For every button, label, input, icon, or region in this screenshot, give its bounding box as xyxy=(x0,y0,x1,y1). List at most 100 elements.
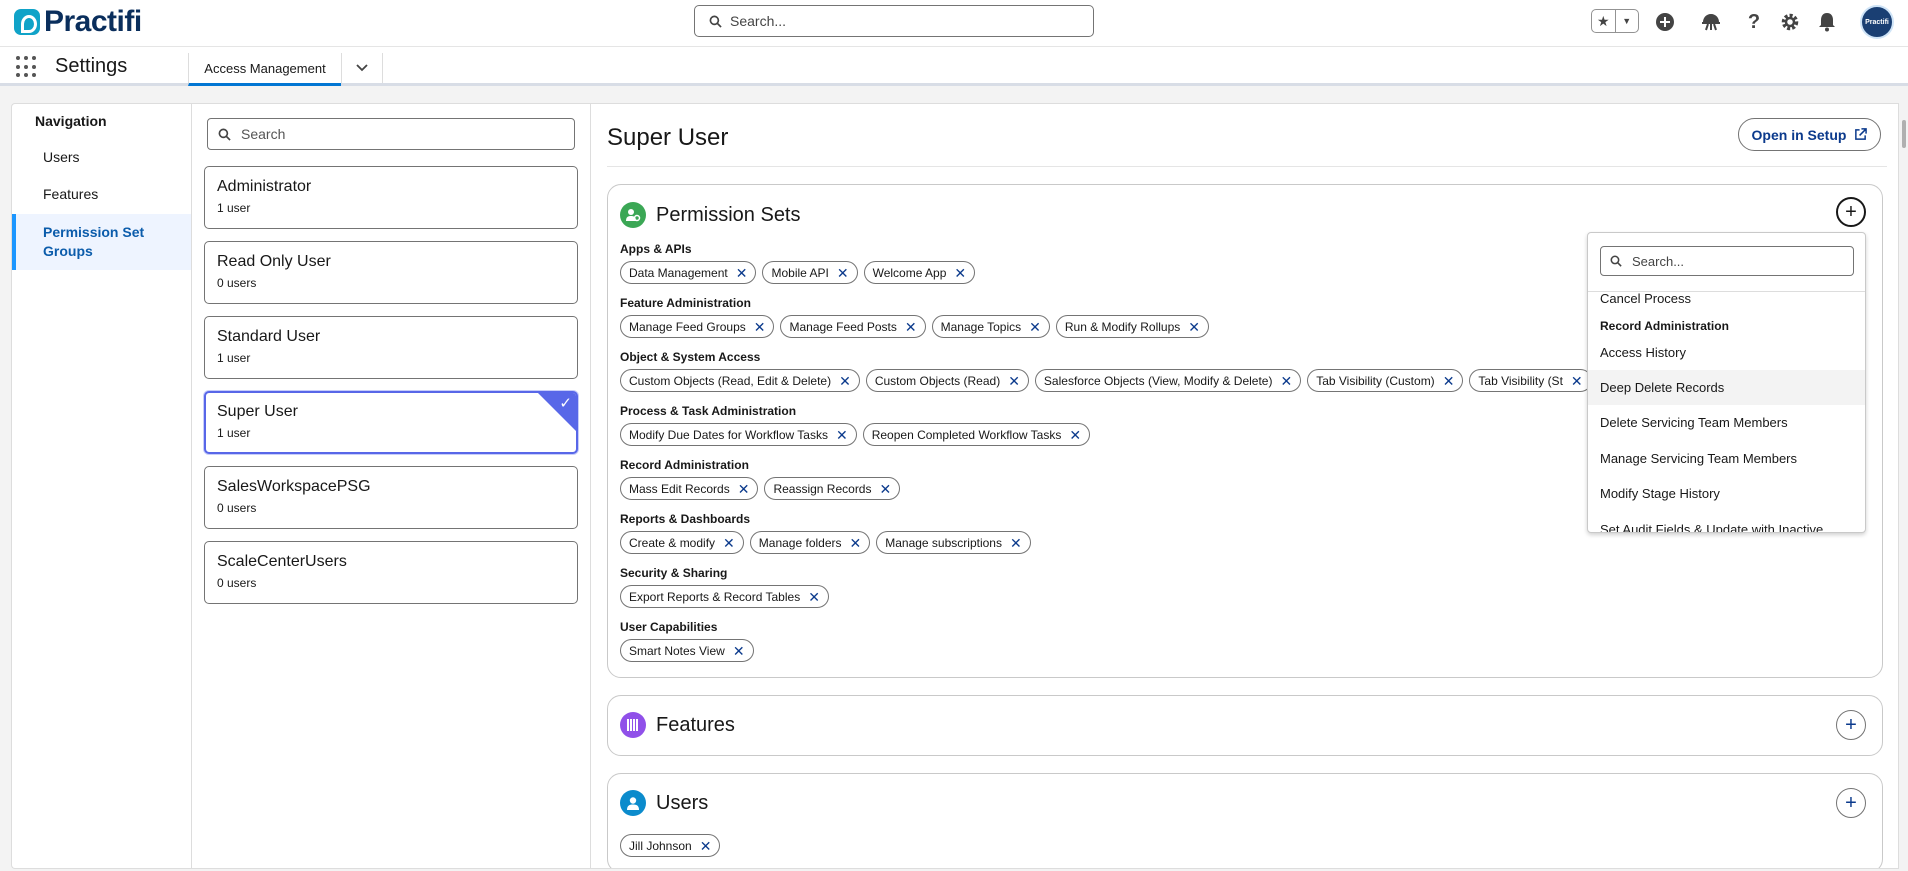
remove-icon[interactable]: ✕ xyxy=(1188,320,1200,334)
title-divider xyxy=(607,166,1887,167)
remove-icon[interactable]: ✕ xyxy=(754,320,766,334)
remove-icon[interactable]: ✕ xyxy=(1008,374,1020,388)
practifi-logo[interactable]: Practifi xyxy=(14,5,142,38)
group-card-salesworkspacepsg[interactable]: SalesWorkspacePSG 0 users xyxy=(204,466,578,529)
search-icon xyxy=(218,128,231,141)
picker-option[interactable]: Cancel Process xyxy=(1588,292,1865,316)
users-panel: Users + Jill Johnson ✕ xyxy=(607,773,1883,868)
group-card-scalecenterusers[interactable]: ScaleCenterUsers 0 users xyxy=(204,541,578,604)
permission-set-icon xyxy=(620,202,646,228)
remove-icon[interactable]: ✕ xyxy=(839,374,851,388)
permission-pill: Run & Modify Rollups ✕ xyxy=(1055,315,1209,338)
app-launcher-icon[interactable] xyxy=(16,56,38,78)
permission-pill: Reopen Completed Workflow Tasks ✕ xyxy=(862,423,1091,446)
group-card-super-user[interactable]: Super User 1 user ✓ xyxy=(204,391,578,454)
remove-icon[interactable]: ✕ xyxy=(808,590,820,604)
picker-option[interactable]: Delete Servicing Team Members xyxy=(1588,405,1865,440)
remove-icon[interactable]: ✕ xyxy=(736,266,748,280)
global-search[interactable] xyxy=(694,5,1094,37)
help-icon[interactable]: ? xyxy=(1742,10,1766,34)
add-user-button[interactable]: + xyxy=(1836,788,1866,818)
user-avatar[interactable]: Practifi xyxy=(1860,5,1894,39)
setup-gear-icon[interactable] xyxy=(1778,10,1802,34)
picker-search-input[interactable] xyxy=(1632,253,1832,269)
permission-pill: Salesforce Objects (View, Modify & Delet… xyxy=(1034,369,1302,392)
picker-option[interactable]: Access History xyxy=(1588,335,1865,370)
picker-option[interactable]: Set Audit Fields & Update with Inactive xyxy=(1588,512,1865,532)
group-card-administrator[interactable]: Administrator 1 user xyxy=(204,166,578,229)
nav-item-features[interactable]: Features xyxy=(12,186,191,202)
groups-search-input[interactable] xyxy=(241,126,561,142)
permission-pill: Reassign Records ✕ xyxy=(764,477,901,500)
page-scrollbar[interactable] xyxy=(1902,120,1906,148)
category-label: Apps & APIs xyxy=(620,242,692,256)
permission-set-picker: Cancel Process Record Administration Acc… xyxy=(1587,232,1866,533)
users-title: Users xyxy=(656,791,709,814)
remove-icon[interactable]: ✕ xyxy=(1069,428,1081,442)
category-label: Process & Task Administration xyxy=(620,404,797,418)
permission-pill: Export Reports & Record Tables ✕ xyxy=(620,585,829,608)
global-search-input[interactable] xyxy=(730,13,1070,29)
remove-icon[interactable]: ✕ xyxy=(1029,320,1041,334)
picker-option[interactable]: Manage Servicing Team Members xyxy=(1588,441,1865,476)
picker-search[interactable] xyxy=(1600,246,1854,276)
permission-pill: Create & modify ✕ xyxy=(620,531,744,554)
nav-item-permission-set-groups[interactable]: Permission Set Groups xyxy=(12,214,191,270)
groups-search[interactable] xyxy=(207,118,575,150)
remove-icon[interactable]: ✕ xyxy=(700,839,712,853)
permission-pill: Modify Due Dates for Workflow Tasks ✕ xyxy=(620,423,857,446)
permission-pill: Manage Topics ✕ xyxy=(931,315,1050,338)
permission-set-groups-list: Administrator 1 user Read Only User 0 us… xyxy=(191,103,591,869)
category-label: User Capabilities xyxy=(620,620,718,634)
checkmark-icon: ✓ xyxy=(559,395,572,412)
group-card-standard-user[interactable]: Standard User 1 user xyxy=(204,316,578,379)
picker-option[interactable]: Modify Stage History xyxy=(1588,476,1865,511)
app-name: Settings xyxy=(55,55,128,77)
remove-icon[interactable]: ✕ xyxy=(836,428,848,442)
add-permission-set-button[interactable]: + xyxy=(1836,197,1866,227)
category-label: Object & System Access xyxy=(620,350,761,364)
remove-icon[interactable]: ✕ xyxy=(905,320,917,334)
category-pills: Modify Due Dates for Workflow Tasks ✕ Reo… xyxy=(620,423,1091,446)
remove-icon[interactable]: ✕ xyxy=(1443,374,1455,388)
favorites-group: ★ ▼ xyxy=(1591,9,1639,33)
remove-icon[interactable]: ✕ xyxy=(850,536,862,550)
remove-icon[interactable]: ✕ xyxy=(738,482,750,496)
notifications-bell-icon[interactable] xyxy=(1815,10,1839,34)
global-header: Practifi ★ ▼ ? Practifi xyxy=(0,0,1908,47)
group-card-read-only-user[interactable]: Read Only User 0 users xyxy=(204,241,578,304)
category-pills: Data Management ✕ Mobile API ✕ Welcome App… xyxy=(620,261,976,284)
settings-navigation: Navigation Users Features Permission Set… xyxy=(11,103,191,869)
trailhead-icon[interactable] xyxy=(1699,10,1723,34)
open-in-setup-button[interactable]: Open in Setup xyxy=(1738,118,1881,151)
remove-icon[interactable]: ✕ xyxy=(879,482,891,496)
picker-option[interactable]: Deep Delete Records xyxy=(1588,370,1865,405)
category-pills: Mass Edit Records ✕ Reassign Records ✕ xyxy=(620,477,901,500)
permission-pill: Manage folders ✕ xyxy=(749,531,871,554)
picker-group-label: Record Administration xyxy=(1600,319,1729,333)
remove-icon[interactable]: ✕ xyxy=(1010,536,1022,550)
features-title: Features xyxy=(656,713,735,736)
category-pills: Smart Notes View ✕ xyxy=(620,639,754,662)
remove-icon[interactable]: ✕ xyxy=(1571,374,1583,388)
favorites-menu-chevron-icon[interactable]: ▼ xyxy=(1614,10,1639,32)
navigation-heading: Navigation xyxy=(35,113,107,129)
external-link-icon xyxy=(1855,128,1868,140)
permission-pill: Welcome App ✕ xyxy=(863,261,976,284)
remove-icon[interactable]: ✕ xyxy=(954,266,966,280)
favorites-star-icon[interactable]: ★ xyxy=(1592,10,1615,32)
remove-icon[interactable]: ✕ xyxy=(733,644,745,658)
permission-sets-title: Permission Sets xyxy=(656,203,801,226)
remove-icon[interactable]: ✕ xyxy=(837,266,849,280)
permission-pill: Mobile API ✕ xyxy=(762,261,858,284)
add-feature-button[interactable]: + xyxy=(1836,710,1866,740)
tab-access-management[interactable]: Access Management xyxy=(188,53,341,86)
features-icon xyxy=(620,712,646,738)
app-navigation-bar: Settings Access Management xyxy=(0,47,1908,86)
category-label: Reports & Dashboards xyxy=(620,512,751,526)
global-add-icon[interactable] xyxy=(1653,10,1677,34)
remove-icon[interactable]: ✕ xyxy=(1280,374,1292,388)
tab-menu-chevron-down-icon[interactable] xyxy=(341,53,383,83)
nav-item-users[interactable]: Users xyxy=(12,149,191,165)
remove-icon[interactable]: ✕ xyxy=(723,536,735,550)
